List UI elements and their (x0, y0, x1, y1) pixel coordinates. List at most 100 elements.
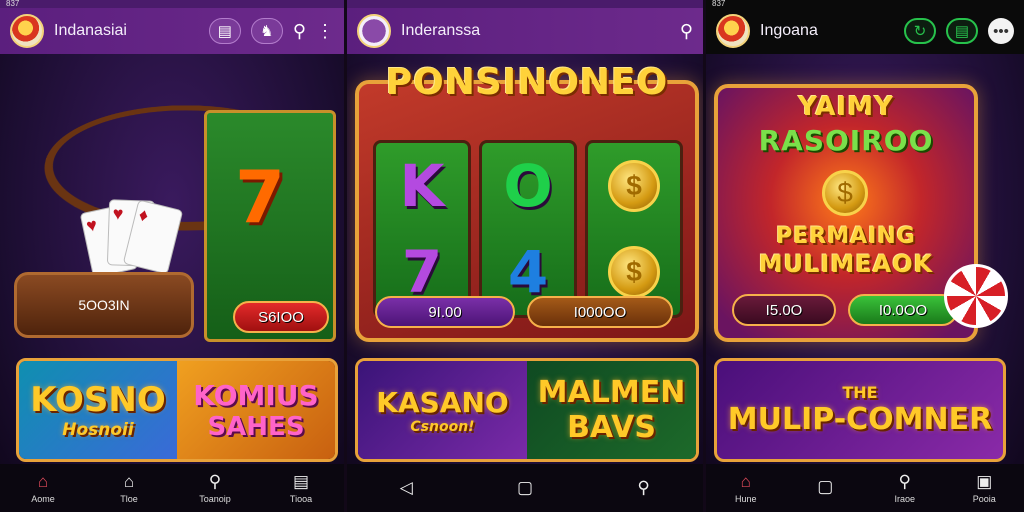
main-content: PONSINONEO K 7 O 4 $ $ 9I.00 I000OO KASA… (347, 54, 703, 464)
back-button[interactable]: ◁ (371, 479, 441, 497)
bet-right-button[interactable]: I000OO (527, 296, 673, 328)
nav-profile[interactable]: ▣ Pooia (949, 471, 1019, 504)
square-icon: ▢ (817, 476, 834, 496)
coin-stack-icon: $ (608, 246, 660, 298)
reel-3: $ $ (585, 140, 683, 318)
banner-right-title: KOMIUS (193, 378, 319, 412)
banner-content: THE MULIP-COMNER (717, 361, 1003, 459)
search-icon: ⚲ (208, 471, 222, 491)
nav-home[interactable]: ⌂ Aome (8, 471, 78, 504)
bottom-nav: ⌂ Hune ▢ ⚲ Iraoe ▣ Pooia (706, 464, 1024, 512)
search-button[interactable]: ⚲ (609, 479, 679, 497)
nav-square[interactable]: ▢ (790, 476, 860, 499)
main-content: YAIMY RASOIROO $ PERMAING MULIMEAOK I5.0… (706, 54, 1024, 464)
playing-cards: ♥ ♥ ♦ (79, 199, 184, 280)
nav-search[interactable]: ⚲ Toanoip (180, 471, 250, 504)
banner-left-subtitle: Hosnoii (62, 420, 134, 440)
system-nav: ◁ ▢ ⚲ (347, 464, 703, 512)
top-bar: Indanasiai ▤ ♞ ⚲ ⋮ (0, 8, 344, 54)
app-title: Inderanssa (401, 22, 481, 39)
screen-roulette: 837 Indanasiai ▤ ♞ ⚲ ⋮ ♥ ♥ ♦ 5OO3IN 7 S6… (0, 0, 344, 512)
top-bar: Ingoana ↻ ▤ ••• (706, 8, 1024, 54)
banner-left-title: KOSNO (30, 380, 166, 420)
nav-label: Tiooa (289, 493, 313, 504)
menu-icon[interactable]: ••• (988, 18, 1014, 44)
banner-left: KASANO Csnoon! (358, 361, 527, 459)
headline-top-1: YAIMY (798, 92, 894, 122)
nav-label: Toanoip (199, 493, 231, 504)
nav-label: Iraoe (894, 493, 915, 504)
reel-symbol: K (399, 152, 445, 220)
headline-bottom-2: MULIMEAOK (758, 250, 934, 278)
banner-right: KOMIUS SAHES (177, 361, 335, 459)
prize-button[interactable]: S6IOO (233, 301, 329, 333)
reel-symbol: 4 (507, 238, 549, 306)
coin-icon: $ (608, 160, 660, 212)
bottom-nav: ⌂ Aome ⌂ Tloe ⚲ Toanoip ▤ Tiooa (0, 464, 344, 512)
promo-banner[interactable]: KOSNO Hosnoii KOMIUS SAHES (16, 358, 338, 462)
nav-label: Tloe (120, 493, 138, 504)
promo-banner[interactable]: KASANO Csnoon! MALMEN BAVS (355, 358, 699, 462)
nav-search[interactable]: ⚲ Iraoe (870, 471, 940, 504)
back-icon: ◁ (399, 478, 413, 497)
headline-bottom-1: PERMAING (776, 224, 916, 249)
gift-icon[interactable]: ♞ (250, 18, 283, 44)
nav-second[interactable]: ⌂ Tloe (94, 471, 164, 504)
banner-right: MALMEN BAVS (527, 361, 696, 459)
nav-label: Aome (31, 493, 55, 504)
search-icon[interactable]: ⚲ (293, 21, 306, 42)
home-icon: ⌂ (37, 471, 49, 491)
home-icon: ⌂ (740, 471, 751, 491)
wallet-icon[interactable]: ▤ (208, 18, 241, 44)
search-icon: ⚲ (637, 478, 650, 497)
banner-right-subtitle: SAHES (207, 411, 305, 442)
banner-right-subtitle: BAVS (567, 410, 656, 445)
banner-left-subtitle: Csnoon! (410, 418, 475, 435)
roulette-tray-label: 5OO3IN (14, 272, 194, 338)
profile-icon: ▣ (976, 471, 993, 491)
banner-left: KOSNO Hosnoii (19, 361, 177, 459)
slot-headline: PONSINONEO (385, 62, 669, 103)
refresh-icon[interactable]: ↻ (904, 18, 936, 44)
app-title: Ingoana (760, 22, 818, 39)
main-content: ♥ ♥ ♦ 5OO3IN 7 S6IOO KOSNO Hosnoii KOMIU… (0, 54, 344, 464)
square-icon: ▢ (516, 478, 534, 497)
banner-title-small: THE (842, 383, 878, 402)
more-icon[interactable]: ⋮ (316, 21, 334, 42)
document-icon: ▤ (292, 471, 310, 491)
search-icon[interactable]: ⚲ (680, 21, 693, 42)
wallet-icon[interactable]: ▤ (946, 18, 978, 44)
nav-label: Pooia (972, 493, 996, 504)
banner-title: MULIP-COMNER (727, 402, 993, 437)
app-logo[interactable] (10, 14, 44, 48)
seven-symbol: 7 (235, 155, 286, 239)
house-icon: ⌂ (123, 471, 135, 491)
poker-chip-icon (944, 264, 1008, 328)
app-logo[interactable] (716, 14, 750, 48)
lucky-seven-panel[interactable]: 7 S6IOO (204, 110, 336, 342)
reel-symbol: 7 (401, 238, 443, 306)
screen-multiplayer: 837 Ingoana ↻ ▤ ••• YAIMY RASOIROO $ PER… (706, 0, 1024, 512)
banner-right-title: MALMEN (537, 375, 686, 410)
top-bar: Inderanssa ⚲ (347, 8, 703, 54)
bet-left-button[interactable]: I5.0O (732, 294, 836, 326)
reel-1: K 7 (373, 140, 471, 318)
promo-banner[interactable]: THE MULIP-COMNER (714, 358, 1006, 462)
status-bar (347, 0, 703, 8)
nav-menu[interactable]: ▤ Tiooa (266, 471, 336, 504)
status-bar: 837 (706, 0, 1024, 8)
headline-top-2: RASOIROO (758, 124, 934, 157)
home-button[interactable]: ▢ (490, 479, 560, 497)
nav-home[interactable]: ⌂ Hune (711, 471, 781, 504)
nav-label: Hune (734, 493, 757, 504)
app-title: Indanasiai (54, 22, 127, 39)
reel-symbol: O (503, 152, 553, 220)
slot-machine[interactable]: PONSINONEO K 7 O 4 $ $ 9I.00 I000OO (355, 62, 699, 342)
banner-left-title: KASANO (376, 385, 509, 419)
bet-right-button[interactable]: I0.0OO (848, 294, 958, 326)
search-icon: ⚲ (898, 471, 911, 491)
bet-left-button[interactable]: 9I.00 (375, 296, 515, 328)
jackpot-machine[interactable]: YAIMY RASOIROO $ PERMAING MULIMEAOK I5.0… (714, 84, 978, 342)
coin-icon: $ (822, 170, 868, 216)
app-logo[interactable] (357, 14, 391, 48)
